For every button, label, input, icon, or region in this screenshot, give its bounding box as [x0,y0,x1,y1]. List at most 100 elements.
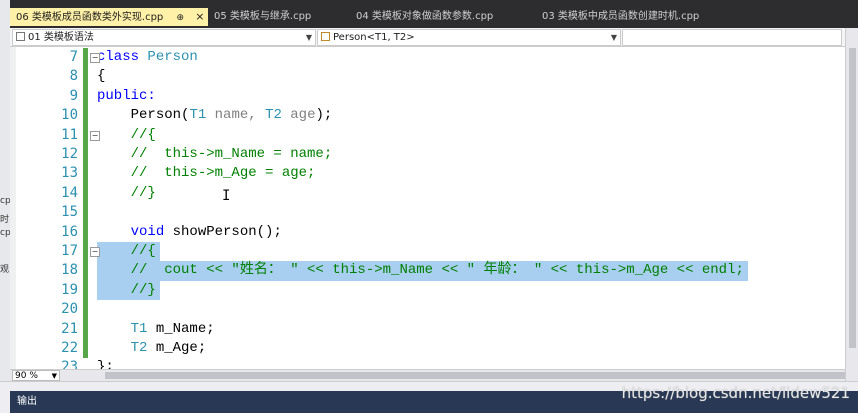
change-marker [83,319,88,339]
change-marker [83,300,88,320]
code-token: name, [206,107,266,124]
code-line[interactable]: 9 public: [10,86,845,107]
function-dropdown[interactable] [622,29,842,46]
line-number: 17 [61,243,78,259]
chevron-down-icon: ▼ [610,33,617,42]
tab-03[interactable]: 03 类模板中成员函数创建时机.cpp [536,8,699,26]
close-icon[interactable]: × [195,10,204,23]
code-line[interactable]: 11 //{− [10,125,845,145]
code-line[interactable]: 8{ [10,67,845,87]
navigation-bar: 01 类模板语法 ▼ Person<T1, T2> ▼ [10,28,858,47]
change-marker [83,242,88,262]
document-tab-bar: 06 类模板成员函数类外实现.cpp ⊕ × 05 类模板与继承.cpp 04 … [10,0,858,28]
code-line[interactable]: 13 // this->m_Age = age; [10,164,845,184]
code-line[interactable]: 7 class Person − [10,48,845,68]
zoom-dropdown[interactable]: 90 % ▼ [12,370,60,381]
code-token: void [130,223,173,240]
code-text: //{ [97,126,156,145]
code-line[interactable]: 14 //} [10,183,845,204]
code-token: m_Name; [147,320,215,337]
code-token: //{ [97,243,156,259]
code-text: // cout << "姓名： " << this->m_Name << " 年… [97,261,744,280]
line-number: 23 [61,359,78,369]
code-text: //{ [97,242,156,261]
code-line[interactable]: 21 T1 m_Name; [10,319,845,339]
tab-label: 06 类模板成员函数类外实现.cpp [16,12,164,23]
code-text: }; [97,358,114,369]
pin-icon[interactable]: ⊕ [176,13,184,23]
code-text: //} [97,184,156,203]
code-token: T2 [130,340,148,356]
line-number: 19 [61,281,78,298]
member-dropdown[interactable]: Person<T1, T2> ▼ [317,29,621,46]
tab-label: 03 类模板中成员函数创建时机.cpp [542,11,700,22]
code-text: // this->m_Name = name; [97,145,333,164]
line-number: 21 [61,320,78,337]
line-number: 18 [61,262,78,279]
collapse-icon[interactable]: − [90,53,100,63]
code-text: // this->m_Age = age; [97,164,316,183]
code-token: public: [97,87,156,104]
code-editor[interactable]: 7 class Person −8{9 public: 10 Person(T1 nam… [10,47,845,369]
code-token: }; [97,359,114,369]
code-token: { [97,68,106,85]
code-line[interactable]: 19 //} [10,280,845,301]
code-text: public: [97,87,156,106]
change-marker [83,67,88,87]
code-token: // cout << "姓名： " << this->m_Name << " 年… [97,262,744,279]
line-number: 12 [61,146,78,162]
line-number: 8 [69,68,78,85]
code-line[interactable]: 12 // this->m_Name = name; [10,145,845,165]
line-number: 11 [61,126,78,143]
change-marker [83,183,88,204]
code-text: Person(T1 name, T2 age); [97,106,333,125]
tab-label: 04 类模板对象做函数参数.cpp [356,11,494,22]
code-text: //} [97,281,156,300]
code-line[interactable]: 16 void showPerson(); [10,222,845,242]
code-line[interactable]: 22 T2 m_Age; [10,339,845,359]
member-label: Person<T1, T2> [333,32,415,43]
code-line[interactable]: 15 [10,203,845,223]
text-cursor-icon: I [222,188,231,204]
code-token: m_Age; [147,340,207,356]
collapse-icon[interactable]: − [90,247,100,257]
line-number: 9 [69,87,78,104]
code-token: showPerson [172,223,257,240]
line-number: 15 [61,204,78,221]
scope-dropdown[interactable]: 01 类模板语法 ▼ [12,29,316,46]
tab-05[interactable]: 05 类模板与继承.cpp [208,8,311,26]
change-marker [83,222,88,242]
code-text: { [97,67,105,86]
code-token: Person [130,107,182,124]
left-strip-text: 时 [0,215,10,225]
code-token: T1 [130,320,148,337]
code-token: T2 [265,107,282,124]
line-number: 16 [61,223,78,240]
watermark: https://blog.csdn.net/lidew521 [621,384,850,402]
scope-label: 01 类模板语法 [28,32,94,43]
class-icon [321,32,330,41]
change-marker [83,145,88,165]
tab-06[interactable]: 06 类模板成员函数类外实现.cpp ⊕ × [10,8,208,26]
change-marker [83,86,88,107]
code-line[interactable]: 23}; [10,358,845,369]
line-number: 14 [61,184,78,201]
code-token: //} [97,184,156,201]
collapse-icon[interactable]: − [90,130,100,141]
code-line[interactable]: 17 //{− [10,242,845,262]
line-number: 7 [69,49,78,65]
code-token: (); [256,223,282,240]
code-text: T2 m_Age; [97,339,207,358]
scroll-thumb[interactable] [849,48,856,348]
code-line[interactable]: 18 // cout << "姓名： " << this->m_Name << … [10,261,845,281]
code-token: class [97,49,148,65]
vertical-scrollbar[interactable] [845,28,858,381]
tab-04[interactable]: 04 类模板对象做函数参数.cpp [350,8,493,26]
code-line[interactable]: 10 Person(T1 name, T2 age); [10,106,845,126]
code-line[interactable]: 20 [10,300,845,320]
scroll-thumb[interactable] [105,372,845,379]
